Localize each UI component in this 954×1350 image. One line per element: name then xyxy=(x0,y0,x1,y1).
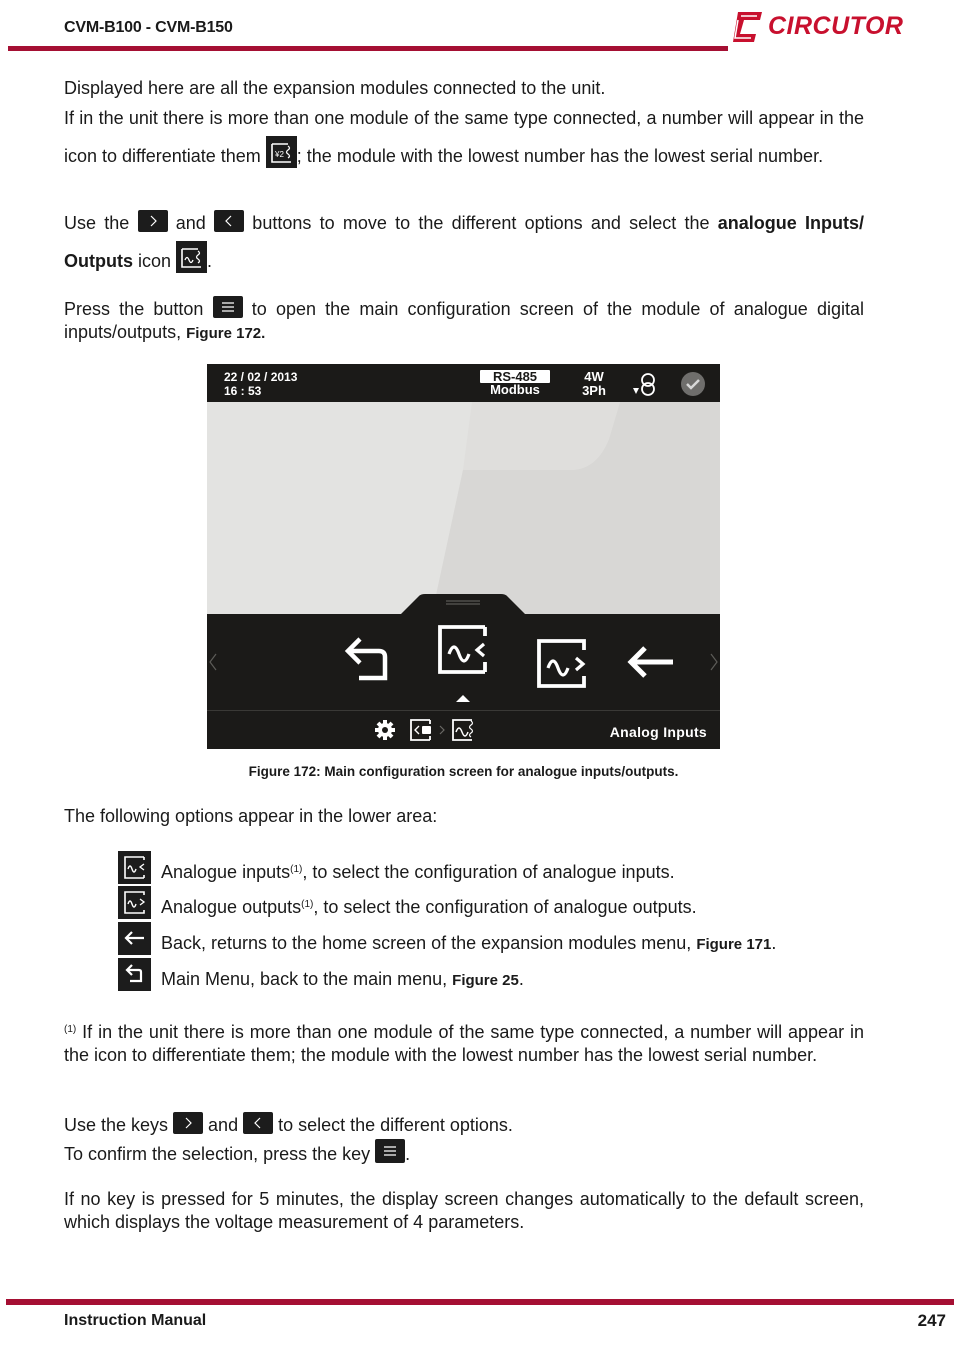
document-header-title: CVM-B100 - CVM-B150 xyxy=(64,19,233,36)
footer-rule xyxy=(6,1299,954,1305)
back-arrow-icon xyxy=(118,922,151,955)
breadcrumb xyxy=(410,719,474,741)
option-list-item: Back, returns to the home screen of the … xyxy=(118,922,878,958)
footnote-mark: (1) xyxy=(64,1024,77,1035)
intro-line-1: Displayed here are all the expansion mod… xyxy=(64,78,606,98)
nav-item-analog-outputs[interactable] xyxy=(536,638,588,690)
status-bar: 22 / 02 / 2013 16 : 53 RS-485 Modbus 4W … xyxy=(207,364,720,402)
transformer-icon xyxy=(633,373,655,396)
navbar-divider xyxy=(207,710,720,711)
keys-paragraph: Use the keys and to select the different… xyxy=(64,1112,864,1168)
right-key-icon xyxy=(137,210,168,232)
breadcrumb-separator-icon xyxy=(439,725,445,735)
analog-io-icon xyxy=(176,241,208,273)
navigation-paragraph: Use the and buttons to move to the diffe… xyxy=(64,205,864,279)
svg-text:¥2: ¥2 xyxy=(274,150,284,159)
analog-module-numbered-icon: ¥2 xyxy=(265,136,297,168)
footer-manual-label: Instruction Manual xyxy=(64,1312,207,1329)
status-datetime: 22 / 02 / 2013 16 : 53 xyxy=(224,370,297,398)
logo-text: CIRCUTOR xyxy=(768,12,904,40)
option-list-item: Analogue outputs(1), to select the confi… xyxy=(118,886,878,922)
page-number: 247 xyxy=(917,1311,946,1330)
circutor-logo-mark-icon xyxy=(733,12,762,42)
return-arrow-icon xyxy=(118,958,151,991)
analog-io-icon xyxy=(452,719,474,741)
press-button-paragraph: Press the button to open the main config… xyxy=(64,296,864,345)
options-intro: The following options appear in the lowe… xyxy=(64,806,438,826)
expansion-module-icon xyxy=(410,719,431,741)
menu-key-icon xyxy=(375,1139,406,1163)
comm-protocol-label: Modbus xyxy=(490,382,540,397)
analog-input-icon xyxy=(118,851,151,884)
header-rule xyxy=(8,46,728,51)
footnote: (1) If in the unit there is more than on… xyxy=(64,1022,864,1065)
current-option-label: Analog Inputs xyxy=(609,724,707,740)
nav-item-analog-inputs[interactable] xyxy=(437,624,489,676)
circutor-logo: CIRCUTOR xyxy=(730,10,910,44)
back-arrow-icon xyxy=(627,646,673,678)
left-key-icon xyxy=(214,210,245,232)
wiring-config: 4W 3Ph xyxy=(582,369,606,398)
menu-key-icon xyxy=(212,296,243,318)
analog-output-icon xyxy=(118,886,151,919)
status-date: 22 / 02 / 2013 xyxy=(224,370,298,384)
nav-item-main-menu[interactable] xyxy=(343,634,393,688)
right-key-icon xyxy=(173,1112,204,1134)
menu-pull-tab[interactable] xyxy=(399,594,527,616)
status-ok-check-icon xyxy=(681,372,705,396)
carousel-next-arrow-icon[interactable] xyxy=(708,652,720,672)
status-time: 16 : 53 xyxy=(224,384,262,398)
option-list-item: Main Menu, back to the main menu, Figure… xyxy=(118,958,878,994)
analog-output-icon xyxy=(537,639,586,688)
nav-item-back[interactable] xyxy=(625,644,677,680)
selection-indicator-icon xyxy=(456,695,470,702)
figure-caption: Figure 172: Main configuration screen fo… xyxy=(248,764,679,779)
settings-gear-icon xyxy=(375,720,395,740)
return-arrow-icon xyxy=(344,637,388,681)
left-key-icon xyxy=(243,1112,274,1134)
device-screen: 22 / 02 / 2013 16 : 53 RS-485 Modbus 4W … xyxy=(207,364,720,749)
timeout-paragraph: If no key is pressed for 5 minutes, the … xyxy=(64,1189,864,1232)
option-list-item: Analogue inputs(1), to select the config… xyxy=(118,851,878,887)
options-carousel: Analog Inputs xyxy=(207,614,720,749)
intro-paragraph: If in the unit there is more than one mo… xyxy=(64,108,864,168)
analog-input-icon xyxy=(438,625,487,674)
carousel-prev-arrow-icon[interactable] xyxy=(207,652,219,672)
